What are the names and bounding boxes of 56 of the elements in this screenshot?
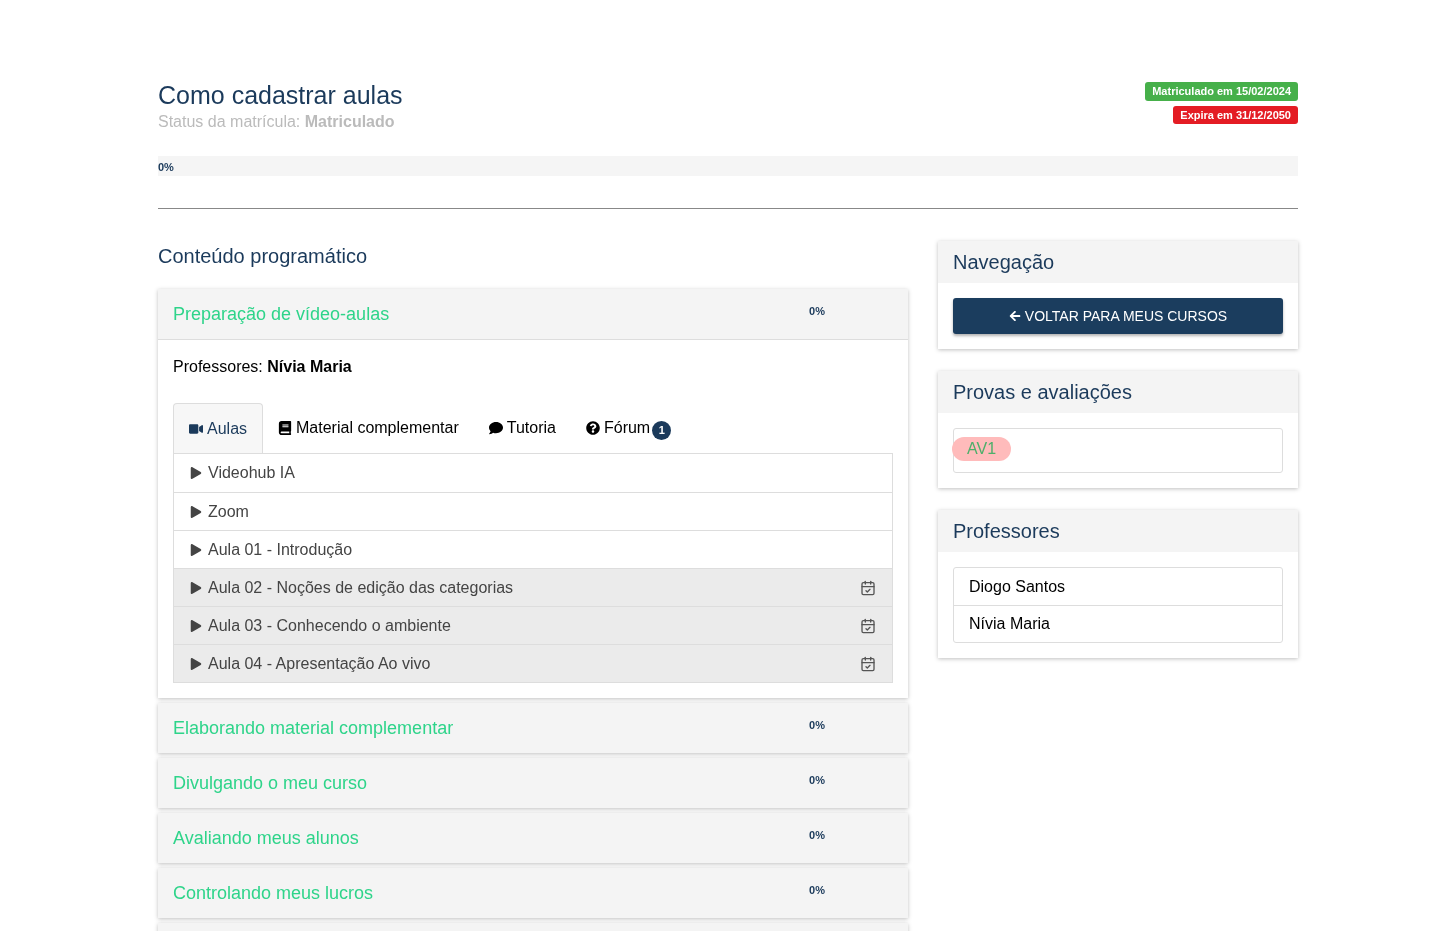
panel-title: Navegação [953,250,1055,275]
section-heading: Conteúdo programático [158,244,368,269]
module-header[interactable]: Elaborando material complementar 0% [158,703,908,753]
question-icon [585,421,600,435]
play-icon [190,467,202,479]
module-title: Elaborando material complementar [173,717,455,740]
panel-title: Provas e avaliações [953,380,1132,405]
arrow-left-icon [1008,310,1021,322]
module-percent: 0% [809,773,825,788]
module-header[interactable]: Controlando meus lucros 0% [158,868,908,918]
lesson-row[interactable]: Aula 04 - Apresentação Ao vivo [174,644,892,682]
tab[interactable]: Fórum 1 [570,403,687,453]
date-badge: Expira em 31/12/2050 [1173,105,1298,124]
calendar-icon [860,655,876,672]
module-percent: 0% [809,718,825,733]
module-percent: 0% [809,828,825,843]
tab[interactable]: Tutoria [473,403,571,453]
back-button[interactable]: VOLTAR PARA MEUS CURSOS [953,298,1283,334]
play-icon [190,619,202,632]
tab[interactable]: Aulas [173,403,264,453]
lesson-row[interactable]: Aula 02 - Noções de edição das categorias [174,568,892,606]
module-header[interactable]: Avaliando meus alunos 0% [158,813,908,863]
play-icon [190,657,202,670]
teachers-text: Professores: Nívia Maria [173,357,353,377]
count-badge: 1 [652,420,672,440]
teacher-item: Diogo Santos [968,576,1067,597]
progress-reading: 0% [158,160,174,175]
module-title: Divulgando o meu curso [173,772,369,795]
module-percent: 0% [809,304,825,319]
play-icon [190,581,202,594]
tab[interactable]: Material complementar [263,403,474,453]
lesson-title: Aula 02 - Noções de edição das categorias [208,577,515,598]
panel-title: Professores [953,519,1060,544]
lesson-title: Videohub IA [208,463,296,483]
lesson-row[interactable]: Aula 03 - Conhecendo o ambiente [174,606,892,644]
lesson-title: Zoom [208,501,250,522]
module-percent: 0% [809,883,825,898]
play-icon [190,543,202,556]
module-title: Preparação de vídeo-aulas [173,303,391,326]
speech-bubble-icon [488,421,503,435]
calendar-icon [860,617,876,634]
module-header[interactable]: Preparação de vídeo-aulas 0% [158,289,908,340]
teacher-item: Nívia Maria [954,605,1282,642]
status-text: Status da matrícula: Matriculado [158,112,396,132]
date-badge: Matriculado em 15/02/2024 [1145,82,1298,101]
course-title: Como cadastrar aulas [158,80,403,110]
calendar-icon [860,579,876,596]
book-icon [278,421,293,435]
lesson-title: Aula 04 - Apresentação Ao vivo [208,653,432,674]
lesson-title: Aula 03 - Conhecendo o ambiente [208,615,452,636]
lesson-title: Aula 01 - Introdução [208,539,354,560]
module-title: Controlando meus lucros [173,882,375,905]
video-camera-icon [189,421,203,436]
play-icon [190,505,202,518]
module-header[interactable]: Divulgando o meu curso 0% [158,758,908,808]
module-title: Avaliando meus alunos [173,827,360,850]
